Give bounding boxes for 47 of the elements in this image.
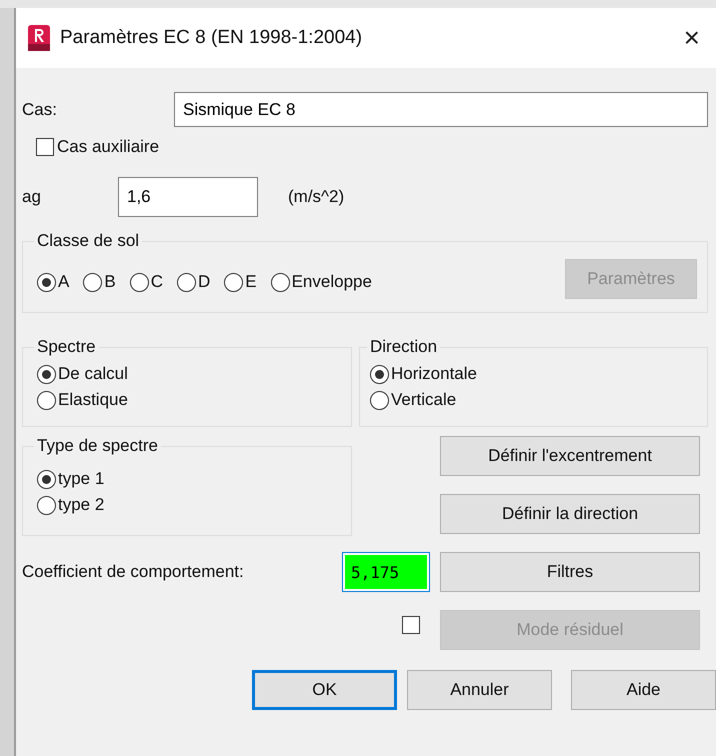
field-label: Cas: xyxy=(22,100,58,120)
radio-option[interactable]: Enveloppe xyxy=(270,269,372,295)
radio-button[interactable] xyxy=(370,364,389,384)
window-title: Paramètres EC 8 (EN 1998-1:2004) xyxy=(60,27,364,49)
group-title: Spectre xyxy=(36,337,97,357)
checkbox[interactable] xyxy=(36,138,54,156)
action-button[interactable]: Définir l'excentrement xyxy=(440,436,700,476)
action-button[interactable]: Filtres xyxy=(440,552,700,592)
close-button[interactable]: × xyxy=(678,22,706,54)
checkbox[interactable] xyxy=(402,616,420,634)
radio-option[interactable]: A xyxy=(37,269,70,295)
radio-button[interactable] xyxy=(270,272,290,292)
checkbox-label: Cas auxiliaire xyxy=(57,137,160,157)
radio-option[interactable]: type 1 xyxy=(37,466,104,492)
radio-button[interactable] xyxy=(83,272,102,292)
ag-field[interactable]: 1,6 xyxy=(118,177,258,217)
group-title: Direction xyxy=(369,337,438,357)
radio-option[interactable]: type 2 xyxy=(37,492,104,518)
field-label: ag xyxy=(22,187,42,207)
action-button[interactable]: Définir la direction xyxy=(440,494,700,534)
dialog-button[interactable]: Annuler xyxy=(407,670,552,710)
radio-button[interactable] xyxy=(370,390,389,410)
radio-option[interactable]: E xyxy=(224,269,257,295)
group-title: Classe de sol xyxy=(36,231,140,251)
unit-label: (m/s^2) xyxy=(288,187,344,207)
radio-option[interactable]: Horizontale xyxy=(370,361,477,387)
radio-option[interactable]: Verticale xyxy=(370,387,456,413)
radio-option[interactable]: De calcul xyxy=(37,361,128,387)
radio-option[interactable]: Elastique xyxy=(37,387,128,413)
radio-button[interactable] xyxy=(176,272,196,292)
radio-button[interactable] xyxy=(37,390,56,410)
app-logo-icon xyxy=(28,25,50,51)
dialog-button[interactable]: Aide xyxy=(571,670,716,710)
radio-option[interactable]: D xyxy=(176,269,210,295)
radio-button[interactable] xyxy=(37,470,56,488)
radio-button[interactable] xyxy=(224,272,244,292)
radio-option[interactable]: C xyxy=(130,269,163,295)
group-title: Type de spectre xyxy=(36,436,159,456)
case-field[interactable]: Sismique EC 8 xyxy=(174,92,708,127)
radio-button[interactable] xyxy=(37,364,56,384)
radio-option[interactable]: B xyxy=(83,269,116,295)
dialog-button[interactable]: OK xyxy=(252,670,397,710)
field-label: Coefficient de comportement: xyxy=(22,562,244,582)
radio-button[interactable] xyxy=(37,496,56,514)
radio-button[interactable] xyxy=(37,272,56,292)
behaviour-field[interactable]: 5,175 xyxy=(342,552,430,592)
radio-button[interactable] xyxy=(130,272,149,292)
